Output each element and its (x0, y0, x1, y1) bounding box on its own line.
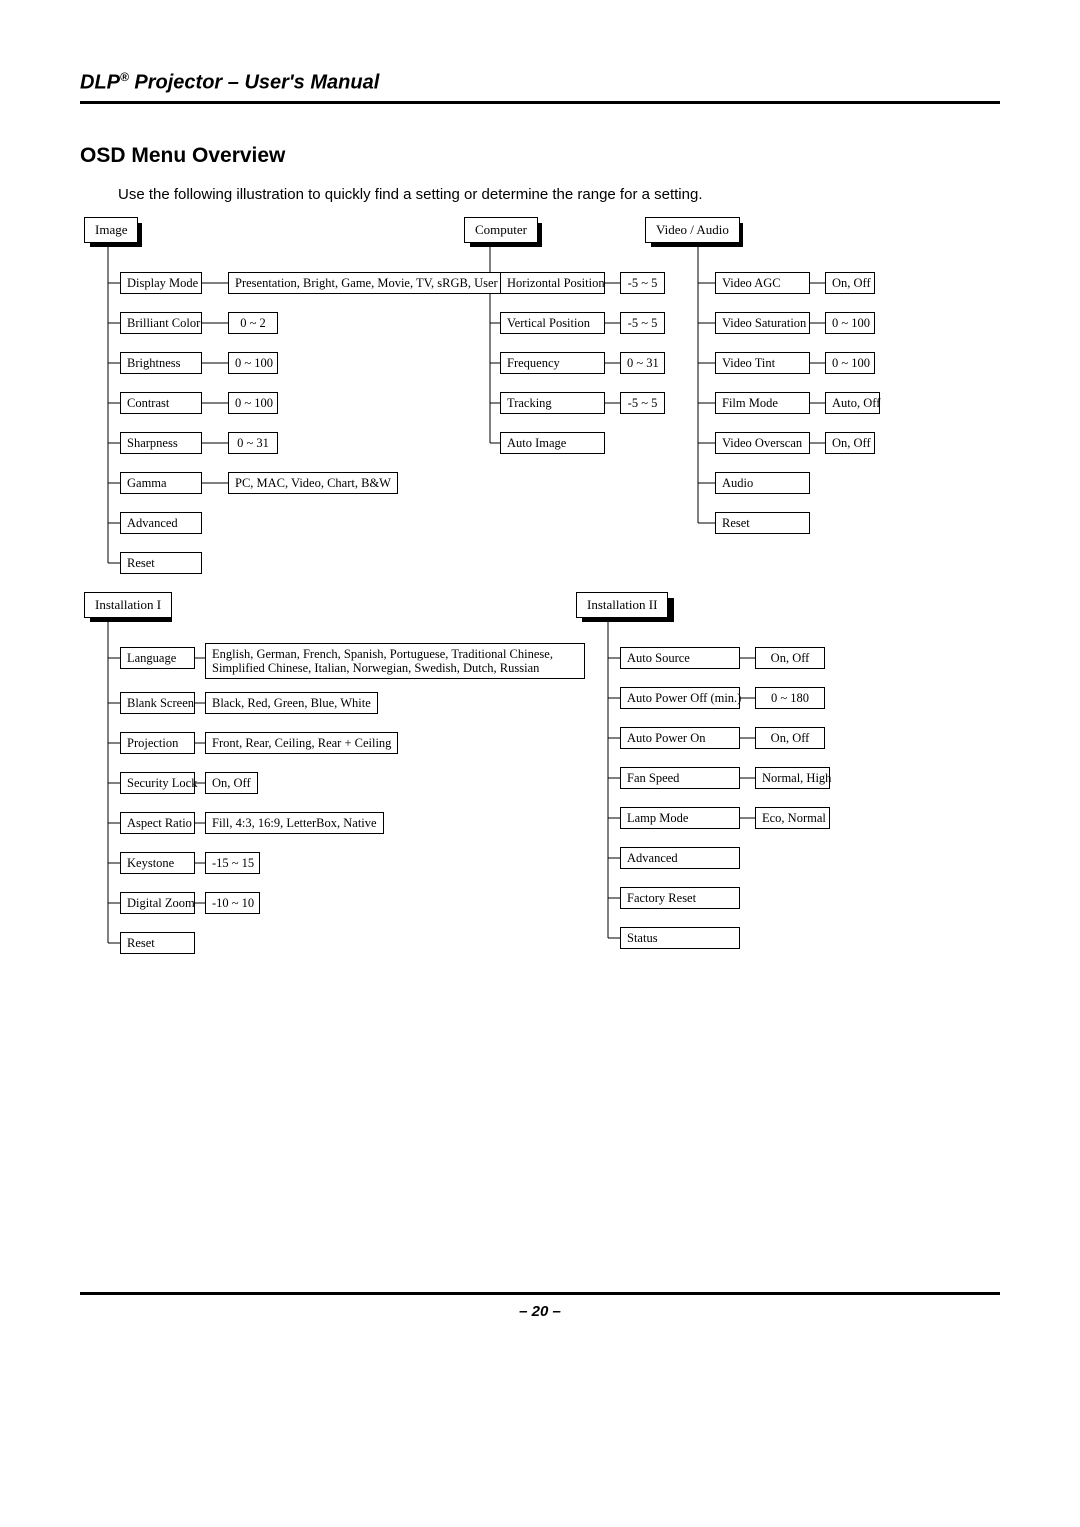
intro-text: Use the following illustration to quickl… (118, 186, 1000, 203)
i2-advanced-label: Advanced (620, 847, 740, 869)
image-sharpness-value: 0 ~ 31 (228, 432, 278, 454)
i1-aspect-label: Aspect Ratio (120, 812, 195, 834)
page-header: DLP® Projector – User's Manual (80, 70, 1000, 104)
section-title: OSD Menu Overview (80, 144, 1000, 168)
video-tint-value: 0 ~ 100 (825, 352, 875, 374)
computer-vpos-value: -5 ~ 5 (620, 312, 665, 334)
page-footer: – 20 – (80, 1292, 1000, 1320)
computer-freq-value: 0 ~ 31 (620, 352, 665, 374)
i1-keystone-value: -15 ~ 15 (205, 852, 260, 874)
image-contrast-label: Contrast (120, 392, 202, 414)
i1-keystone-label: Keystone (120, 852, 195, 874)
page-number: – 20 – (519, 1303, 561, 1320)
i1-reset-label: Reset (120, 932, 195, 954)
i2-status-label: Status (620, 927, 740, 949)
video-overscan-label: Video Overscan (715, 432, 810, 454)
image-contrast-value: 0 ~ 100 (228, 392, 278, 414)
i2-lamp-label: Lamp Mode (620, 807, 740, 829)
image-display-mode-label: Display Mode (120, 272, 202, 294)
video-agc-label: Video AGC (715, 272, 810, 294)
i2-autoon-label: Auto Power On (620, 727, 740, 749)
computer-track-label: Tracking (500, 392, 605, 414)
image-gamma-value: PC, MAC, Video, Chart, B&W (228, 472, 398, 494)
i1-proj-value: Front, Rear, Ceiling, Rear + Ceiling (205, 732, 398, 754)
video-audio-label: Audio (715, 472, 810, 494)
i1-blank-value: Black, Red, Green, Blue, White (205, 692, 378, 714)
image-brightness-value: 0 ~ 100 (228, 352, 278, 374)
video-reset-label: Reset (715, 512, 810, 534)
i1-language-label: Language (120, 647, 195, 669)
computer-vpos-label: Vertical Position (500, 312, 605, 334)
image-brightness-label: Brightness (120, 352, 202, 374)
image-advanced-label: Advanced (120, 512, 202, 534)
tab-image: Image (84, 217, 138, 243)
i1-aspect-value: Fill, 4:3, 16:9, LetterBox, Native (205, 812, 384, 834)
tab-computer: Computer (464, 217, 538, 243)
i1-blank-label: Blank Screen (120, 692, 195, 714)
video-sat-value: 0 ~ 100 (825, 312, 875, 334)
header-suffix: Projector – User's Manual (129, 72, 379, 94)
computer-freq-label: Frequency (500, 352, 605, 374)
video-film-value: Auto, Off (825, 392, 880, 414)
i2-fan-label: Fan Speed (620, 767, 740, 789)
i1-zoom-label: Digital Zoom (120, 892, 195, 914)
i2-autooff-label: Auto Power Off (min.) (620, 687, 740, 709)
i1-seclock-label: Security Lock (120, 772, 195, 794)
i2-autosrc-label: Auto Source (620, 647, 740, 669)
video-tint-label: Video Tint (715, 352, 810, 374)
video-sat-label: Video Saturation (715, 312, 810, 334)
i2-autooff-value: 0 ~ 180 (755, 687, 825, 709)
image-brilliant-color-value: 0 ~ 2 (228, 312, 278, 334)
video-agc-value: On, Off (825, 272, 875, 294)
video-film-label: Film Mode (715, 392, 810, 414)
i2-autoon-value: On, Off (755, 727, 825, 749)
i1-language-value: English, German, French, Spanish, Portug… (205, 643, 585, 679)
image-display-mode-value: Presentation, Bright, Game, Movie, TV, s… (228, 272, 505, 294)
computer-autoimg-label: Auto Image (500, 432, 605, 454)
i1-seclock-value: On, Off (205, 772, 258, 794)
i2-lamp-value: Eco, Normal (755, 807, 830, 829)
tab-installation-1: Installation I (84, 592, 172, 618)
i2-factory-label: Factory Reset (620, 887, 740, 909)
header-prefix: DLP (80, 72, 120, 94)
i1-proj-label: Projection (120, 732, 195, 754)
tab-video-audio: Video / Audio (645, 217, 740, 243)
image-gamma-label: Gamma (120, 472, 202, 494)
tab-installation-2: Installation II (576, 592, 668, 618)
i1-zoom-value: -10 ~ 10 (205, 892, 260, 914)
registered-mark: ® (120, 70, 129, 84)
computer-track-value: -5 ~ 5 (620, 392, 665, 414)
video-overscan-value: On, Off (825, 432, 875, 454)
computer-hpos-label: Horizontal Position (500, 272, 605, 294)
i2-fan-value: Normal, High (755, 767, 830, 789)
i2-autosrc-value: On, Off (755, 647, 825, 669)
image-sharpness-label: Sharpness (120, 432, 202, 454)
image-brilliant-color-label: Brilliant Color (120, 312, 202, 334)
osd-diagram: Image Computer Video / Audio Display Mod… (80, 217, 1000, 977)
image-reset-label: Reset (120, 552, 202, 574)
computer-hpos-value: -5 ~ 5 (620, 272, 665, 294)
